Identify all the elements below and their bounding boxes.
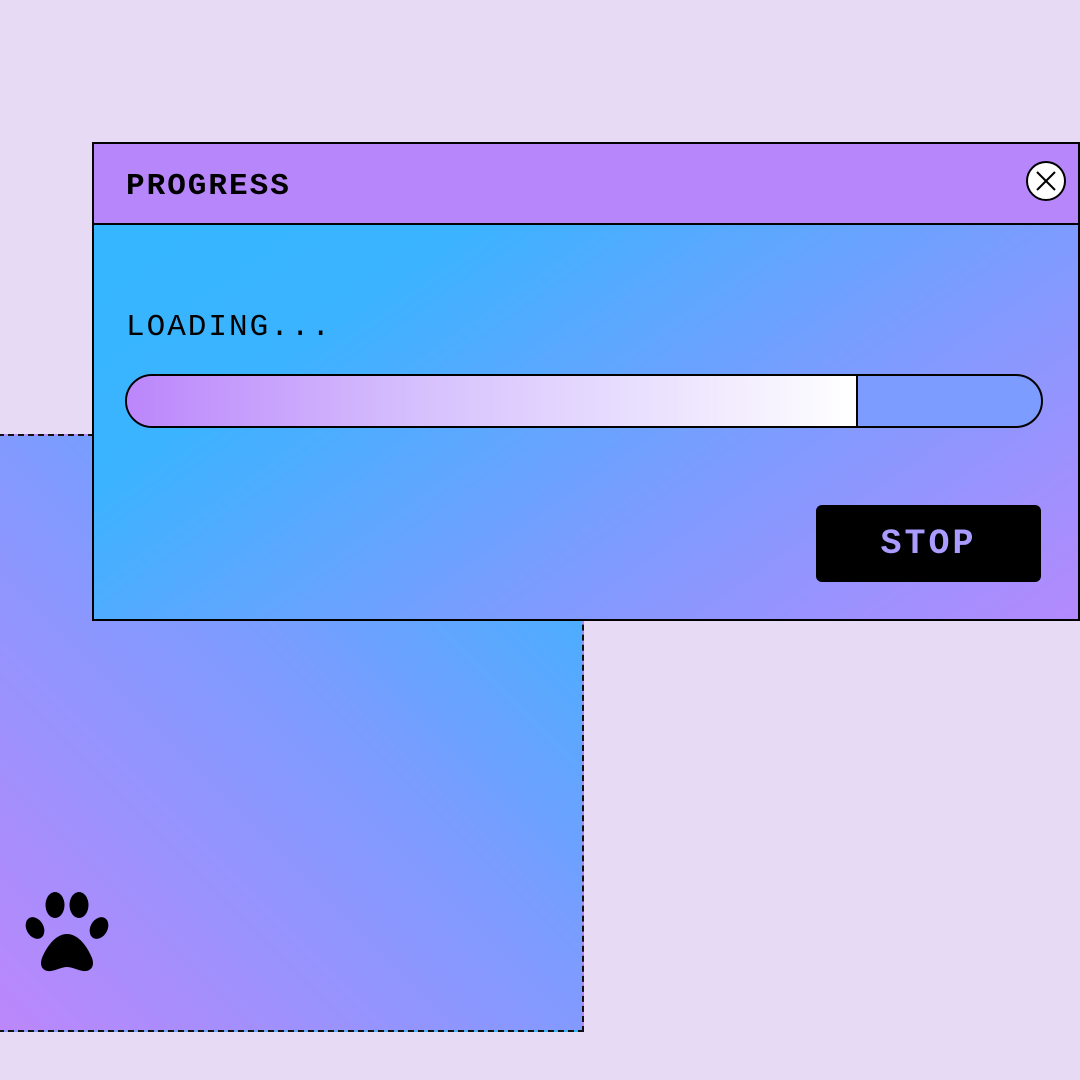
loading-status-text: LOADING...	[126, 310, 333, 345]
close-icon	[1036, 171, 1056, 191]
paw-icon	[25, 892, 109, 972]
progress-bar	[125, 374, 1043, 428]
progress-bar-fill	[127, 376, 859, 426]
progress-dialog: PROGRESS LOADING... STOP	[92, 142, 1080, 621]
dialog-title: PROGRESS	[126, 169, 291, 204]
dialog-titlebar[interactable]: PROGRESS	[94, 144, 1078, 225]
stop-button[interactable]: STOP	[816, 505, 1041, 582]
close-button[interactable]	[1026, 161, 1066, 201]
